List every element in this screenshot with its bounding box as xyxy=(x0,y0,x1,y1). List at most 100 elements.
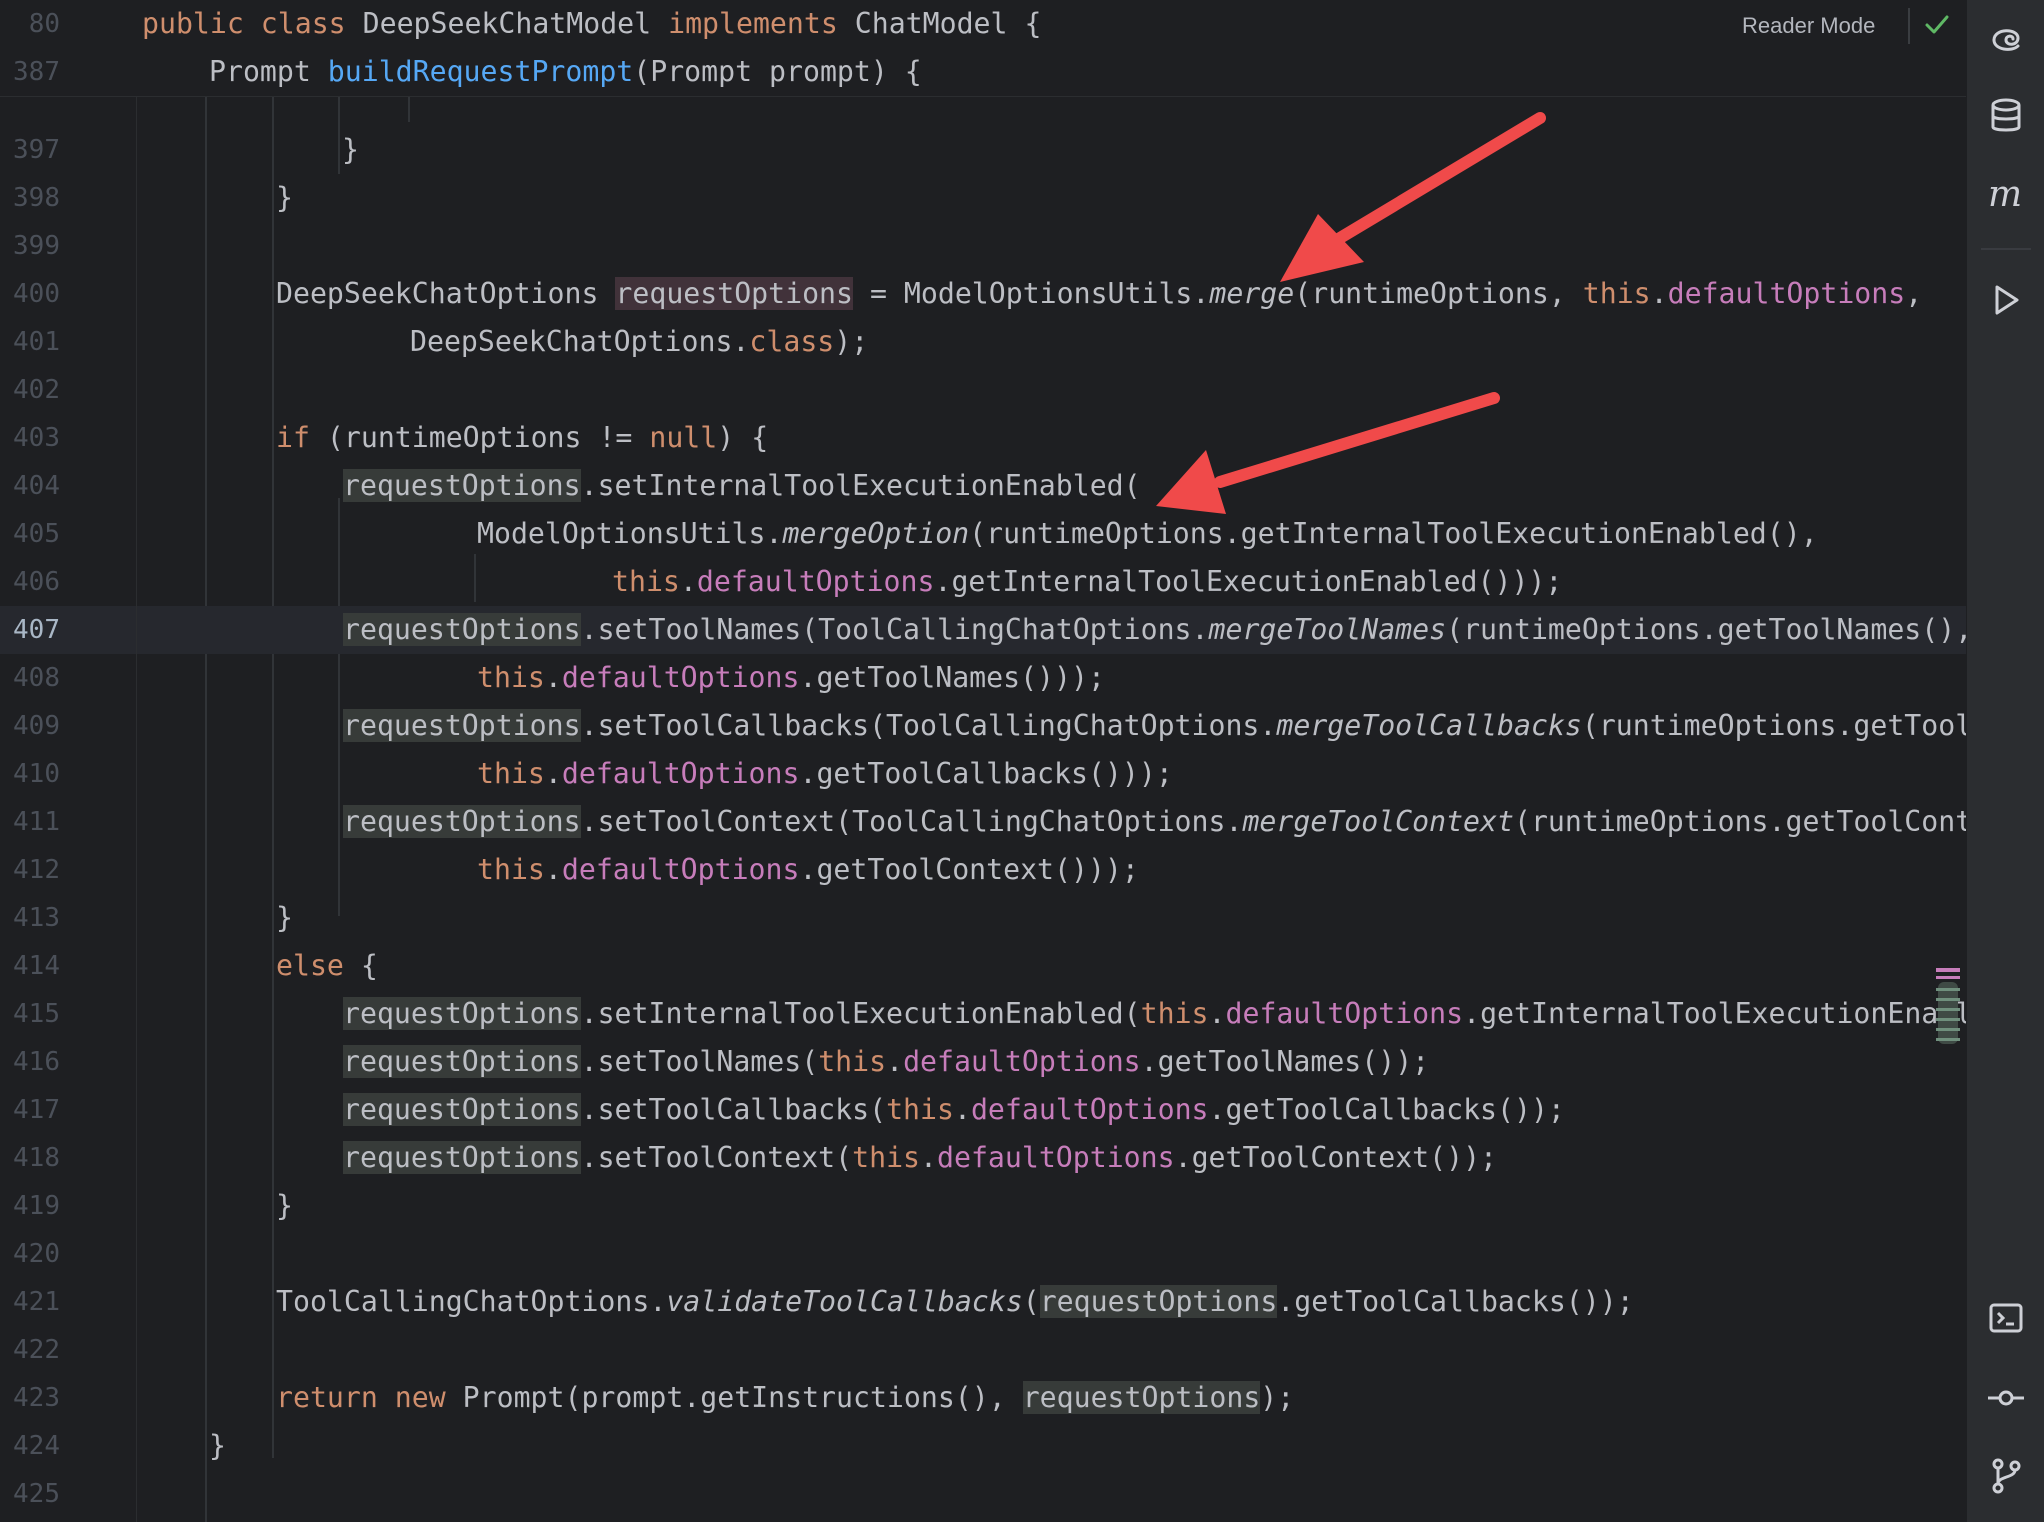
line-code: Prompt buildRequestPrompt(Prompt prompt)… xyxy=(209,55,922,88)
header-divider xyxy=(1908,8,1910,44)
line-code: requestOptions.setToolNames(this.default… xyxy=(343,1045,1430,1078)
line-number: 402 xyxy=(13,375,60,405)
run-icon[interactable] xyxy=(1986,280,2026,320)
line-number: 401 xyxy=(13,327,60,357)
line-number: 411 xyxy=(13,807,60,837)
line-code: requestOptions.setToolCallbacks(ToolCall… xyxy=(343,709,1966,742)
gutter-separator xyxy=(136,96,137,1522)
line-code: } xyxy=(342,133,359,166)
line-code: public class DeepSeekChatModel implement… xyxy=(142,7,1042,40)
line-code: this.defaultOptions.getInternalToolExecu… xyxy=(612,565,1563,598)
git-branch-icon[interactable] xyxy=(1986,1456,2026,1496)
code-line[interactable]: 412 this.defaultOptions.getToolContext()… xyxy=(0,846,1966,894)
code-line[interactable]: 421 ToolCallingChatOptions.validateToolC… xyxy=(0,1278,1966,1326)
line-code: ToolCallingChatOptions.validateToolCallb… xyxy=(276,1285,1634,1318)
code-line[interactable]: 415 requestOptions.setInternalToolExecut… xyxy=(0,990,1966,1038)
line-code: } xyxy=(276,1189,293,1222)
code-line[interactable]: 408 this.defaultOptions.getToolNames()))… xyxy=(0,654,1966,702)
line-code: requestOptions.setToolCallbacks(this.def… xyxy=(343,1093,1565,1126)
toolbar-separator xyxy=(1981,248,2031,250)
sticky-line[interactable]: 387 Prompt buildRequestPrompt(Prompt pro… xyxy=(0,48,1966,96)
code-line[interactable]: 399 xyxy=(0,222,1966,270)
line-code: requestOptions.setToolContext(this.defau… xyxy=(343,1141,1498,1174)
code-line[interactable]: 417 requestOptions.setToolCallbacks(this… xyxy=(0,1086,1966,1134)
line-code: } xyxy=(276,181,293,214)
line-code: requestOptions.setToolContext(ToolCallin… xyxy=(343,805,1966,838)
code-line[interactable]: 404 requestOptions.setInternalToolExecut… xyxy=(0,462,1966,510)
code-line[interactable]: 414 else { xyxy=(0,942,1966,990)
code-line[interactable]: 425 xyxy=(0,1470,1966,1518)
code-line[interactable]: 413 } xyxy=(0,894,1966,942)
code-line[interactable]: 405 ModelOptionsUtils.mergeOption(runtim… xyxy=(0,510,1966,558)
line-number: 419 xyxy=(13,1191,60,1221)
line-number: 408 xyxy=(13,663,60,693)
line-number: 420 xyxy=(13,1239,60,1269)
code-line[interactable]: 410 this.defaultOptions.getToolCallbacks… xyxy=(0,750,1966,798)
line-number: 410 xyxy=(13,759,60,789)
code-line-current[interactable]: 407 requestOptions.setToolNames(ToolCall… xyxy=(0,606,1966,654)
line-number: 413 xyxy=(13,903,60,933)
line-number: 415 xyxy=(13,999,60,1029)
checkmark-icon[interactable] xyxy=(1922,10,1952,40)
svg-text:m: m xyxy=(1988,174,2022,214)
line-number: 423 xyxy=(13,1383,60,1413)
line-number: 397 xyxy=(13,135,60,165)
reader-mode-button[interactable]: Reader Mode xyxy=(1742,8,1875,44)
code-line[interactable]: 422 xyxy=(0,1326,1966,1374)
line-code: else { xyxy=(276,949,378,982)
line-number: 398 xyxy=(13,183,60,213)
ai-assistant-icon[interactable] xyxy=(1986,18,2026,58)
maven-icon[interactable]: m xyxy=(1986,174,2026,215)
code-line[interactable]: 409 requestOptions.setToolCallbacks(Tool… xyxy=(0,702,1966,750)
commit-icon[interactable] xyxy=(1986,1378,2026,1418)
line-number: 406 xyxy=(13,567,60,597)
line-number: 405 xyxy=(13,519,60,549)
code-line[interactable]: 418 requestOptions.setToolContext(this.d… xyxy=(0,1134,1966,1182)
scrollbar-markers[interactable] xyxy=(1934,968,1962,1046)
line-code: } xyxy=(276,901,293,934)
line-code: this.defaultOptions.getToolContext())); xyxy=(477,853,1139,886)
line-number: 417 xyxy=(13,1095,60,1125)
line-number: 409 xyxy=(13,711,60,741)
line-number: 412 xyxy=(13,855,60,885)
line-code: this.defaultOptions.getToolNames())); xyxy=(477,661,1105,694)
line-number: 422 xyxy=(13,1335,60,1365)
line-number: 404 xyxy=(13,471,60,501)
terminal-icon[interactable] xyxy=(1986,1298,2026,1338)
code-line[interactable]: 400 DeepSeekChatOptions requestOptions =… xyxy=(0,270,1966,318)
line-code: requestOptions.setInternalToolExecutionE… xyxy=(343,997,1966,1030)
line-number: 421 xyxy=(13,1287,60,1317)
line-code: } xyxy=(209,1429,226,1462)
code-line[interactable]: 403 if (runtimeOptions != null) { xyxy=(0,414,1966,462)
code-line[interactable]: 401 DeepSeekChatOptions.class); xyxy=(0,318,1966,366)
code-line[interactable]: 419 } xyxy=(0,1182,1966,1230)
code-line[interactable]: 406 this.defaultOptions.getInternalToolE… xyxy=(0,558,1966,606)
line-number: 403 xyxy=(13,423,60,453)
code-line[interactable]: 411 requestOptions.setToolContext(ToolCa… xyxy=(0,798,1966,846)
database-icon[interactable] xyxy=(1986,96,2026,136)
code-line[interactable]: 397 } xyxy=(0,126,1966,174)
line-code: this.defaultOptions.getToolCallbacks()))… xyxy=(477,757,1173,790)
line-number: 418 xyxy=(13,1143,60,1173)
line-number: 425 xyxy=(13,1479,60,1509)
line-number: 407 xyxy=(13,615,60,645)
line-number: 387 xyxy=(13,57,60,87)
code-line[interactable]: 402 xyxy=(0,366,1966,414)
line-code: return new Prompt(prompt.getInstructions… xyxy=(276,1381,1295,1414)
line-code: DeepSeekChatOptions.class); xyxy=(410,325,869,358)
code-line[interactable]: 423 return new Prompt(prompt.getInstruct… xyxy=(0,1374,1966,1422)
line-code: requestOptions.setInternalToolExecutionE… xyxy=(343,469,1141,502)
line-number: 400 xyxy=(13,279,60,309)
line-code: ModelOptionsUtils.mergeOption(runtimeOpt… xyxy=(477,517,1818,550)
sticky-line[interactable]: 80 public class DeepSeekChatModel implem… xyxy=(0,0,1966,48)
line-number: 399 xyxy=(13,231,60,261)
line-code: DeepSeekChatOptions requestOptions = Mod… xyxy=(276,277,1923,310)
line-code: if (runtimeOptions != null) { xyxy=(276,421,769,454)
code-line[interactable]: 424 } xyxy=(0,1422,1966,1470)
line-number: 424 xyxy=(13,1431,60,1461)
code-line[interactable]: 416 requestOptions.setToolNames(this.def… xyxy=(0,1038,1966,1086)
line-number: 80 xyxy=(28,9,60,39)
code-line[interactable]: 398 } xyxy=(0,174,1966,222)
code-line[interactable]: 420 xyxy=(0,1230,1966,1278)
code-editor[interactable]: 396 DeepSeekChatOptions.class); 397 } 39… xyxy=(0,0,1966,1522)
